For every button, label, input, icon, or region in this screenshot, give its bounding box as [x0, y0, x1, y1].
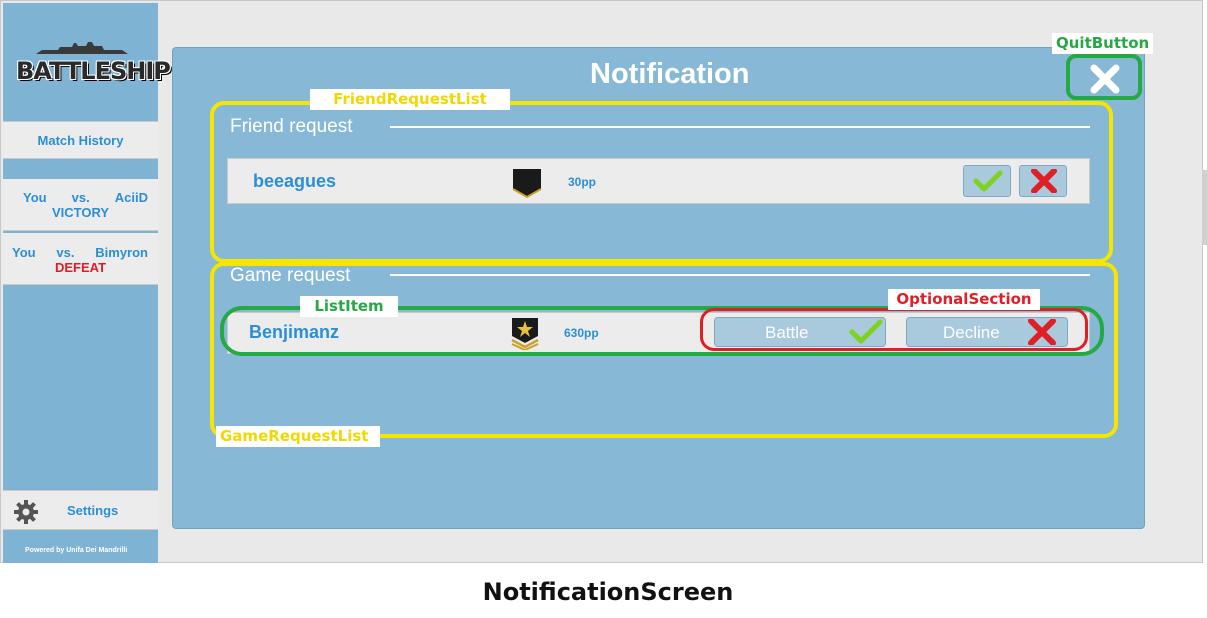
screen-caption: NotificationScreen: [482, 578, 734, 606]
match-players: You vs. Bimyron: [3, 245, 158, 260]
annotation-game-request-list: GameRequestList: [216, 426, 380, 447]
divider: [390, 126, 1090, 128]
opponent-name: AciiD: [114, 190, 148, 205]
divider: [390, 274, 1090, 276]
player-you: You: [12, 245, 36, 260]
close-icon: [1090, 64, 1120, 94]
vs-text: vs.: [56, 245, 75, 260]
match-players: You vs. AciiD: [3, 190, 158, 205]
accept-friend-button[interactable]: [963, 165, 1011, 197]
friend-request-row: beeagues 30pp: [227, 158, 1090, 204]
settings-button[interactable]: Settings: [3, 490, 158, 530]
battleship-silhouette-icon: [36, 42, 128, 54]
annotation-list-item: ListItem: [300, 296, 398, 317]
match-history-button[interactable]: Match History: [3, 121, 158, 159]
logo-text: BATTLESHIP: [16, 57, 171, 85]
annotation-optional-section: OptionalSection: [888, 289, 1040, 310]
reject-friend-button[interactable]: [1019, 165, 1067, 197]
gear-icon: [14, 500, 38, 524]
friend-request-title: Friend request: [230, 116, 353, 137]
close-icon: [1031, 169, 1057, 193]
player-points: 30pp: [568, 175, 597, 189]
rank-chevron-icon: [512, 169, 542, 199]
opponent-name: Bimyron: [95, 245, 148, 260]
match-result: DEFEAT: [54, 260, 107, 275]
check-icon: [973, 170, 1003, 192]
player-you: You: [23, 190, 47, 205]
annotation-friend-request-list: FriendRequestList: [310, 89, 510, 110]
quit-button[interactable]: [1066, 54, 1142, 100]
sidebar: BATTLESHIP Match History You vs. AciiD V…: [3, 3, 171, 563]
player-name: beeagues: [253, 171, 337, 191]
annotation-quit-button: QuitButton: [1052, 33, 1154, 54]
battleship-logo: BATTLESHIP: [16, 42, 171, 91]
match-history-item[interactable]: You vs. AciiD VICTORY: [3, 179, 158, 231]
match-history-label: Match History: [37, 133, 124, 148]
powered-by-text: Powered by Unifa Dei Mandrilli: [25, 547, 128, 554]
match-result: VICTORY: [51, 205, 110, 220]
game-request-title: Game request: [230, 265, 351, 286]
page-title: Notification: [590, 58, 750, 90]
match-history-item[interactable]: You vs. Bimyron DEFEAT: [3, 233, 158, 285]
scrollbar[interactable]: [1202, 170, 1207, 245]
optional-section-annotation: [700, 308, 1088, 351]
settings-label: Settings: [67, 503, 119, 518]
vs-text: vs.: [71, 190, 90, 205]
